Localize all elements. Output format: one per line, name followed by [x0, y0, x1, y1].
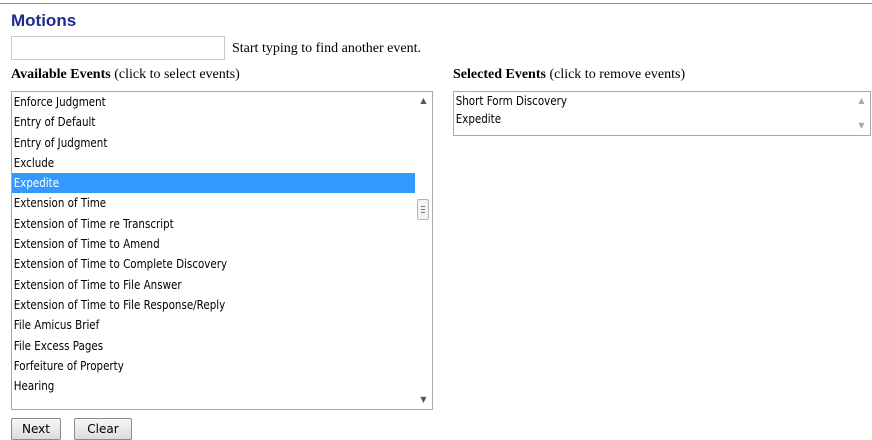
available-events-list: Enforce Judgment Entry of Default Entry of… [12, 92, 415, 396]
selected-event-option[interactable]: Expedite [454, 110, 853, 128]
available-events-label: Available Events (click to select events… [11, 67, 240, 83]
available-event-label: Entry of Default [13, 115, 96, 130]
selected-event-label: Short Form Discovery [455, 94, 567, 108]
selected-events-heading: Selected Events [453, 67, 546, 82]
clear-button[interactable]: Clear [74, 418, 132, 440]
available-event-label: File Amicus Brief [13, 318, 100, 333]
selected-event-label: Expedite [455, 112, 502, 126]
available-event-option[interactable]: Extension of Time to File Answer [12, 275, 415, 295]
available-event-option[interactable]: Entry of Judgment [12, 133, 415, 153]
selected-events-scrollbar[interactable]: ▲ ▼ [853, 92, 870, 135]
header-divider [0, 3, 872, 4]
available-event-label: Extension of Time to File Answer [13, 277, 182, 292]
available-event-option[interactable]: Enforce Judgment [12, 92, 415, 112]
selected-events-list: Short Form Discovery Expedite [454, 92, 853, 128]
available-events-heading: Available Events [11, 67, 111, 82]
available-event-option[interactable]: File Excess Pages [12, 336, 415, 356]
available-event-label: Entry of Judgment [13, 135, 108, 150]
available-event-label: File Excess Pages [13, 338, 104, 353]
available-event-label: Exclude [13, 155, 55, 170]
available-event-option[interactable]: Extension of Time to File Response/Reply [12, 295, 415, 315]
available-event-label: Expedite [13, 176, 60, 191]
available-events-listbox[interactable]: Enforce Judgment Entry of Default Entry of… [11, 91, 433, 410]
next-button[interactable]: Next [11, 418, 61, 440]
available-event-option[interactable]: Extension of Time to Complete Discovery [12, 254, 415, 274]
grip-line [421, 212, 425, 213]
selected-events-instruction: (click to remove events) [545, 67, 686, 82]
available-event-option[interactable]: Expedite [12, 173, 415, 194]
available-event-label: Extension of Time re Transcript [13, 216, 174, 231]
available-event-label: Forfeiture of Property [13, 358, 124, 373]
scroll-down-arrow-icon[interactable]: ▼ [415, 392, 432, 408]
available-event-label: Enforce Judgment [13, 95, 106, 109]
page-title: Motions [11, 11, 77, 30]
available-event-label: Hearing [13, 379, 55, 394]
scroll-up-arrow-icon[interactable]: ▲ [415, 93, 432, 109]
available-events-scrollbar[interactable]: ▲ ▼ [415, 92, 432, 409]
available-event-label: Extension of Time to Amend [13, 237, 160, 252]
available-events-instruction: (click to select events) [110, 67, 240, 82]
selected-event-option[interactable]: Short Form Discovery [454, 92, 853, 110]
scroll-up-arrow-icon[interactable]: ▲ [853, 93, 870, 109]
available-event-option[interactable]: Entry of Default [12, 112, 415, 132]
available-event-option[interactable]: Extension of Time to Amend [12, 234, 415, 254]
scroll-thumb[interactable] [417, 199, 429, 220]
available-event-label: Extension of Time [13, 196, 107, 211]
available-event-option[interactable]: Extension of Time [12, 193, 415, 213]
available-event-option[interactable]: Exclude [12, 153, 415, 173]
search-hint: Start typing to find another event. [232, 41, 421, 56]
available-event-label: Extension of Time to File Response/Reply [13, 297, 226, 312]
available-event-option[interactable]: Hearing [12, 376, 415, 396]
grip-line [421, 206, 425, 207]
available-event-option[interactable]: Forfeiture of Property [12, 356, 415, 376]
scroll-down-arrow-icon[interactable]: ▼ [853, 118, 870, 134]
grip-line [421, 209, 425, 210]
selected-events-label: Selected Events (click to remove events) [453, 67, 685, 83]
available-event-option[interactable]: File Amicus Brief [12, 315, 415, 335]
available-event-label: Extension of Time to Complete Discovery [13, 257, 228, 272]
event-search-input[interactable] [11, 36, 225, 60]
selected-events-listbox[interactable]: Short Form Discovery Expedite ▲ ▼ [453, 91, 871, 136]
available-event-option[interactable]: Extension of Time re Transcript [12, 214, 415, 234]
